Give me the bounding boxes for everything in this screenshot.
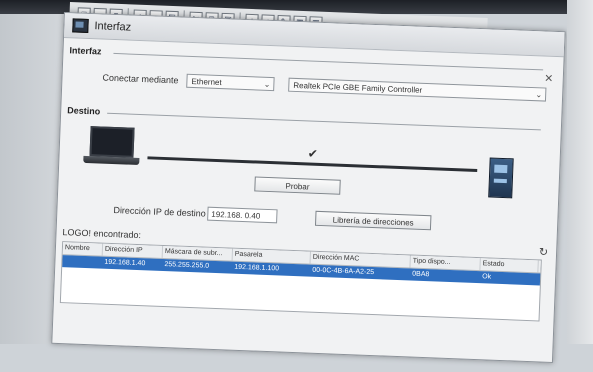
monitor-edge bbox=[567, 0, 593, 344]
checkmark-icon: ✔ bbox=[307, 146, 319, 161]
dialog-title: Interfaz bbox=[94, 20, 132, 34]
column-header[interactable]: Estado bbox=[480, 258, 539, 273]
device-ip-label: Dirección IP de destino bbox=[113, 205, 206, 219]
logo-device-icon bbox=[488, 157, 514, 199]
column-header[interactable]: Dirección IP bbox=[102, 243, 164, 258]
table-cell bbox=[62, 255, 102, 269]
interface-dialog-wrapper: Interfaz × Interfaz Conectar mediante Et… bbox=[51, 12, 584, 372]
table-cell: 0BA8 bbox=[412, 270, 430, 279]
connect-via-label: Conectar mediante bbox=[102, 72, 179, 86]
table-cell: Ok bbox=[482, 273, 492, 281]
interface-dialog: Interfaz × Interfaz Conectar mediante Et… bbox=[51, 12, 566, 364]
connect-via-value: Ethernet bbox=[191, 76, 222, 88]
computer-icon bbox=[83, 126, 140, 168]
chevron-down-icon: ⌄ bbox=[263, 79, 271, 89]
device-ip-input[interactable]: 192.168. 0.40 bbox=[207, 206, 278, 224]
network-adapter-value: Realtek PCIe GBE Family Controller bbox=[293, 80, 423, 95]
address-library-button[interactable]: Librería de direcciones bbox=[314, 210, 432, 231]
column-header[interactable]: Nombre bbox=[62, 242, 104, 256]
connect-via-select[interactable]: Ethernet ⌄ bbox=[186, 73, 275, 92]
network-adapter-select[interactable]: Realtek PCIe GBE Family Controller ⌄ bbox=[288, 77, 547, 102]
test-button[interactable]: Probar bbox=[254, 176, 341, 195]
table-cell: 192.168.1.100 bbox=[234, 263, 280, 273]
found-devices-table: Nombre Dirección IP Máscara de subr... P… bbox=[59, 241, 542, 322]
chevron-down-icon: ⌄ bbox=[535, 90, 543, 100]
refresh-icon[interactable]: ↻ bbox=[539, 245, 549, 258]
app-icon bbox=[72, 18, 89, 33]
table-cell: 255.255.255.0 bbox=[164, 261, 210, 270]
group-divider bbox=[107, 112, 541, 131]
table-cell: 192.168.1.40 bbox=[104, 258, 146, 268]
target-group-label: Destino bbox=[67, 105, 101, 117]
table-cell: 00-0C-4B-6A-A2-25 bbox=[312, 266, 375, 277]
interface-group-label: Interfaz bbox=[69, 45, 102, 57]
found-devices-label: LOGO! encontrado: bbox=[62, 227, 142, 241]
close-icon[interactable]: × bbox=[544, 70, 553, 86]
group-divider bbox=[113, 52, 544, 71]
